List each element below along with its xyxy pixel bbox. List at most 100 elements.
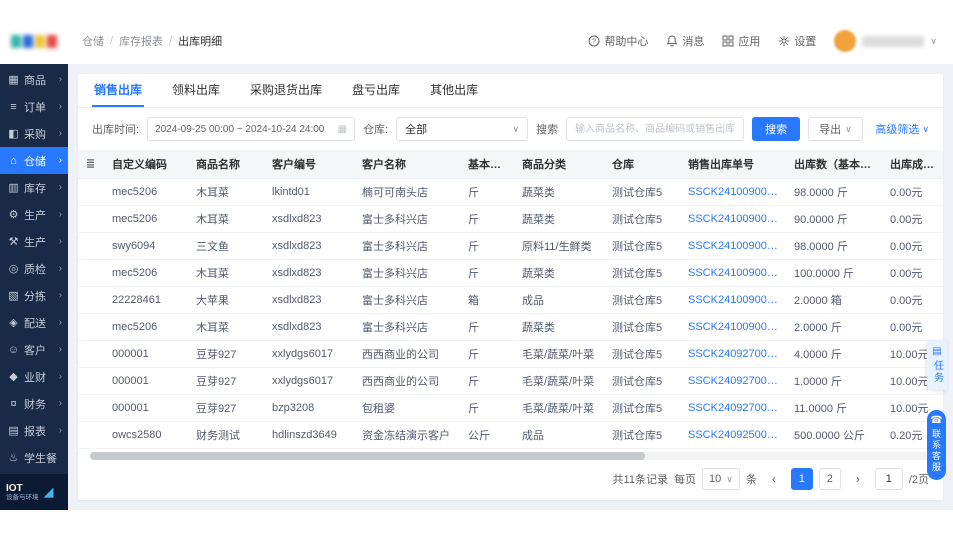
record-count: 共11条记录 bbox=[612, 474, 668, 486]
sidebar-item-customer[interactable]: ☺ 客户 › bbox=[0, 336, 68, 363]
sidebar-item-report[interactable]: ▤ 报表 › bbox=[0, 417, 68, 444]
help-button[interactable]: ? 帮助中心 bbox=[588, 33, 648, 49]
help-icon: ? bbox=[588, 35, 600, 47]
row-spacer-cell bbox=[78, 205, 104, 233]
table-cell: xsdlxd823 bbox=[264, 259, 354, 287]
sidebar-item-production[interactable]: ⚙ 生产 › bbox=[0, 201, 68, 228]
page-button-1[interactable]: 1 bbox=[790, 468, 813, 490]
table-body: mec5206 木耳菜 lkintd01 楠可可南头店斤蔬菜类 测试仓库5 SSCK241… bbox=[78, 178, 943, 449]
outbound-order-link[interactable]: SSCK24100900017 bbox=[680, 232, 786, 260]
apps-button[interactable]: 应用 bbox=[722, 33, 760, 49]
tab-purchase-return-outbound[interactable]: 采购退货出库 bbox=[248, 74, 324, 107]
per-page-select[interactable]: 10 ∨ bbox=[701, 468, 740, 490]
table-cell: 2.0000 斤 bbox=[786, 313, 882, 341]
outbound-order-link[interactable]: SSCK24092500004 bbox=[680, 421, 786, 449]
top-action-label: 应用 bbox=[738, 36, 761, 48]
sidebar-item-label: 学生餐 bbox=[24, 452, 57, 465]
breadcrumb-item: 出库明细 bbox=[178, 36, 223, 48]
message-button[interactable]: 消息 bbox=[666, 33, 704, 49]
sidebar-item-goods[interactable]: ▦ 商品 › bbox=[0, 66, 68, 93]
tab-sales-outbound[interactable]: 销售出库 bbox=[92, 74, 145, 107]
sidebar: ▦ 商品 › ≡ 订单 › ◧ 采购 › ⌂ 仓储 › ▥ 库存 › ⚙ 生产 › ⚒ 生产 › ◎ 质检 › ▧ 分拣 › ◈ 配送 ›… bbox=[0, 64, 68, 510]
column-header: 客户编号 bbox=[264, 150, 354, 179]
row-spacer-cell bbox=[78, 421, 104, 449]
table-cell: 0.00元 bbox=[882, 232, 943, 260]
table-cell: 蔬菜类 bbox=[514, 259, 604, 287]
table-cell: mec5206 bbox=[104, 259, 188, 287]
sidebar-item-label: 配送 bbox=[24, 317, 46, 330]
breadcrumb-item[interactable]: 仓储 bbox=[82, 33, 104, 49]
table-cell: 豆芽927 bbox=[188, 340, 264, 368]
sidebar-item-biz-finance[interactable]: ◆ 业财 › bbox=[0, 363, 68, 390]
breadcrumb-separator: / bbox=[169, 35, 173, 47]
table-cell: xsdlxd823 bbox=[264, 286, 354, 314]
table-cell: 资金冻结演示客户 bbox=[354, 421, 460, 449]
table-cell: mec5206 bbox=[104, 313, 188, 341]
sidebar-item-sorting[interactable]: ▧ 分拣 › bbox=[0, 282, 68, 309]
filter-bar: 出库时间: 2024-09-25 00:00 ~ 2024-10-24 24:0… bbox=[78, 108, 943, 150]
table-cell: 0.00元 bbox=[882, 286, 943, 314]
date-range-picker[interactable]: 2024-09-25 00:00 ~ 2024-10-24 24:00 ▦ bbox=[147, 117, 356, 141]
table-cell: 斤 bbox=[460, 259, 514, 287]
sidebar-item-production2[interactable]: ⚒ 生产 › bbox=[0, 228, 68, 255]
tab-material-outbound[interactable]: 领料出库 bbox=[170, 74, 222, 107]
next-page-button[interactable]: › bbox=[847, 468, 869, 490]
tab-other-outbound[interactable]: 其他出库 bbox=[428, 74, 480, 107]
chevron-right-icon: › bbox=[58, 155, 62, 166]
table-cell: 箱 bbox=[460, 286, 514, 314]
warehouse-select[interactable]: 全部 ∨ bbox=[396, 117, 529, 141]
page-button-2[interactable]: 2 bbox=[818, 468, 841, 490]
table-cell: 测试仓库5 bbox=[604, 340, 680, 368]
column-header: 自定义编码 bbox=[104, 150, 188, 179]
column-header: 客户名称 bbox=[354, 150, 460, 179]
sidebar-item-finance[interactable]: ¤ 财务 › bbox=[0, 390, 68, 417]
table-cell: 500.0000 公斤 bbox=[786, 421, 882, 449]
table-cell: 蔬菜类 bbox=[514, 178, 604, 206]
outbound-order-link[interactable]: SSCK24092700004 bbox=[680, 340, 786, 368]
sidebar-item-delivery[interactable]: ◈ 配送 › bbox=[0, 309, 68, 336]
warehouse-icon: ⌂ bbox=[10, 154, 17, 167]
breadcrumb-item[interactable]: 库存报表 bbox=[119, 33, 163, 49]
table-row: 000001 豆芽927 xxlydgs6017 西西商业的公司斤毛菜/蔬菜/叶菜 测试… bbox=[78, 340, 943, 368]
chevron-right-icon: › bbox=[58, 317, 62, 328]
outbound-order-link[interactable]: SSCK24092700011 bbox=[680, 394, 786, 422]
tasks-fab[interactable]: ▤ 任务 bbox=[927, 340, 947, 390]
outbound-order-link[interactable]: SSCK24100900021 bbox=[680, 178, 786, 206]
outbound-order-link[interactable]: SSCK24100900015 bbox=[680, 286, 786, 314]
export-button-label: 导出 bbox=[819, 124, 842, 136]
column-settings-button[interactable]: ≣ bbox=[78, 150, 104, 179]
sidebar-item-inventory[interactable]: ▥ 库存 › bbox=[0, 174, 68, 201]
export-button[interactable]: 导出 ∨ bbox=[808, 117, 863, 141]
row-spacer-cell bbox=[78, 259, 104, 287]
sidebar-item-label: 生产 bbox=[24, 209, 46, 222]
sidebar-item-warehouse[interactable]: ⌂ 仓储 › bbox=[0, 147, 68, 174]
goto-page-input[interactable] bbox=[874, 468, 903, 490]
horizontal-scrollbar-thumb[interactable] bbox=[90, 452, 646, 460]
contact-support-fab[interactable]: ☎ 联系客服 bbox=[927, 410, 946, 480]
table-cell: 成品 bbox=[514, 286, 604, 314]
column-header: 商品分类 bbox=[514, 150, 604, 179]
row-spacer-cell bbox=[78, 178, 104, 206]
sidebar-item-student-meal[interactable]: ♨ 学生餐 bbox=[0, 444, 68, 471]
settings-button[interactable]: 设置 bbox=[778, 33, 816, 49]
settings-icon bbox=[778, 35, 790, 47]
tab-loss-outbound[interactable]: 盘亏出库 bbox=[350, 74, 402, 107]
outbound-order-link[interactable]: SSCK24092700004 bbox=[680, 367, 786, 395]
prev-page-button[interactable]: ‹ bbox=[763, 468, 785, 490]
outbound-order-link[interactable]: SSCK24100900017 bbox=[680, 259, 786, 287]
outbound-order-link[interactable]: SSCK24100900015 bbox=[680, 313, 786, 341]
advanced-filter-link[interactable]: 高级筛选 ∨ bbox=[875, 121, 929, 137]
sidebar-item-quality[interactable]: ◎ 质检 › bbox=[0, 255, 68, 282]
per-page-label: 每页 bbox=[673, 474, 696, 486]
table-cell: 豆芽927 bbox=[188, 394, 264, 422]
search-button[interactable]: 搜索 bbox=[752, 117, 801, 141]
table-cell: 毛菜/蔬菜/叶菜 bbox=[514, 367, 604, 395]
time-filter-label: 出库时间: bbox=[92, 124, 140, 136]
sidebar-item-orders[interactable]: ≡ 订单 › bbox=[0, 93, 68, 120]
user-menu[interactable]: ∨ bbox=[834, 30, 937, 52]
outbound-order-link[interactable]: SSCK24100900020 bbox=[680, 205, 786, 233]
table-cell: xsdlxd823 bbox=[264, 313, 354, 341]
search-input[interactable] bbox=[566, 117, 745, 141]
sidebar-item-purchase[interactable]: ◧ 采购 › bbox=[0, 120, 68, 147]
sidebar-item-label: 分拣 bbox=[24, 290, 46, 303]
